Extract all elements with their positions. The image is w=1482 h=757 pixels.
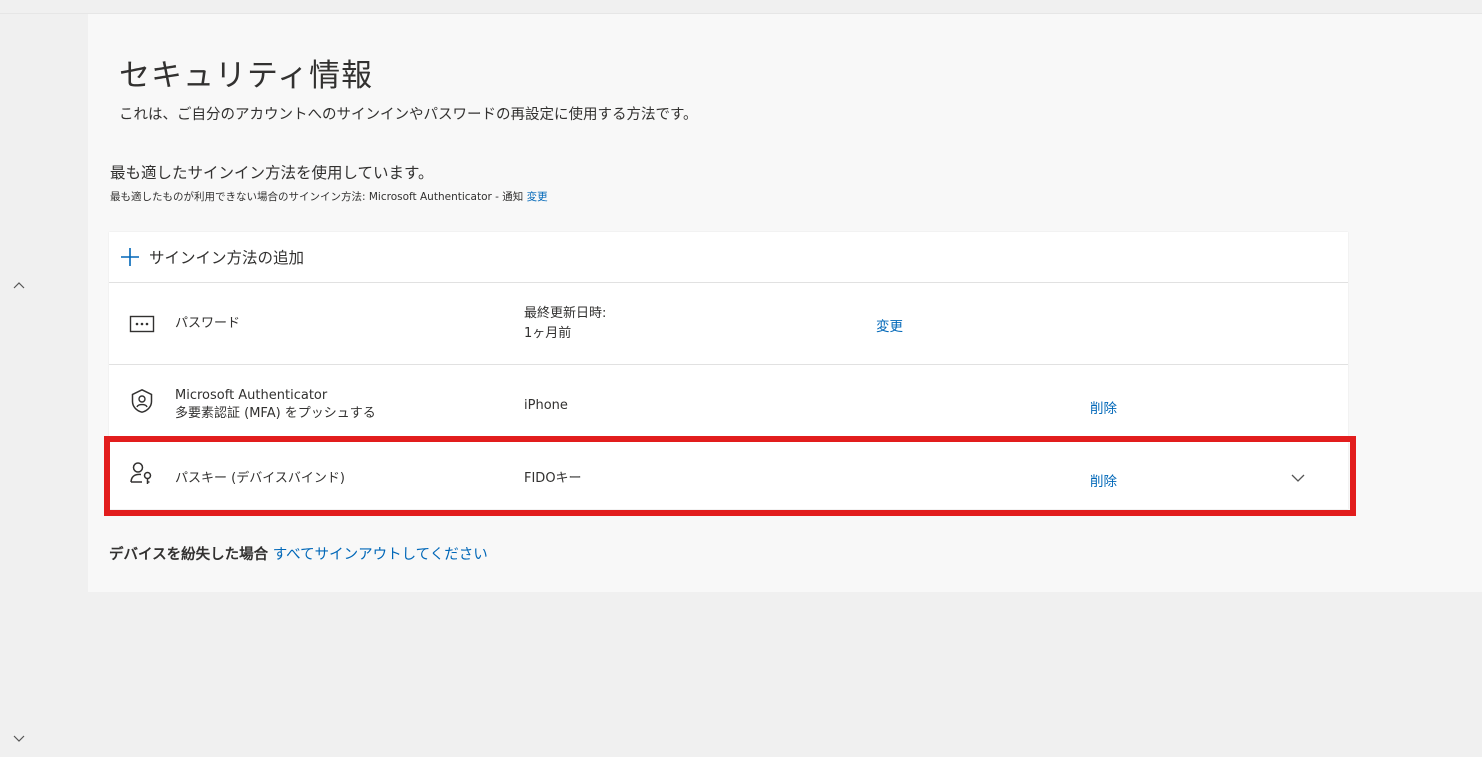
- chevron-up-icon: [13, 282, 25, 289]
- method-row-authenticator: Microsoft Authenticator 多要素認証 (MFA) をプッシ…: [109, 365, 1348, 437]
- chevron-down-icon: [13, 735, 25, 742]
- sign-in-methods-card: サインイン方法の追加 パスワード 最終更新日時: 1ヶ月前 変更 Microso…: [109, 232, 1348, 509]
- security-info-panel: セキュリティ情報 これは、ご自分のアカウントへのサインインやパスワードの再設定に…: [88, 14, 1482, 592]
- scroll-up-button[interactable]: [9, 276, 29, 296]
- method-row-passkey: パスキー (デバイスバインド) FIDOキー 削除: [109, 437, 1348, 509]
- password-dots-icon: [129, 315, 155, 333]
- method-name-password: パスワード: [175, 316, 241, 331]
- chevron-down-icon[interactable]: [1289, 469, 1307, 487]
- passkey-icon: [130, 462, 152, 484]
- authenticator-icon: [131, 388, 153, 413]
- scroll-down-button[interactable]: [9, 728, 29, 748]
- passkey-delete-link[interactable]: 削除: [1090, 470, 1117, 490]
- authenticator-device: iPhone: [524, 398, 568, 413]
- password-last-updated-value: 1ヶ月前: [524, 326, 572, 341]
- default-method-fallback-text: 最も適したものが利用できない場合のサインイン方法: Microsoft Auth…: [110, 191, 524, 203]
- add-sign-in-method-label: サインイン方法の追加: [149, 249, 305, 267]
- passkey-type: FIDOキー: [524, 471, 582, 486]
- top-strip: [0, 0, 1482, 14]
- sign-out-everywhere-link[interactable]: すべてサインアウトしてください: [273, 547, 488, 563]
- password-change-link[interactable]: 変更: [876, 315, 903, 335]
- default-method-change-link[interactable]: 変更: [527, 191, 548, 203]
- method-row-password: パスワード 最終更新日時: 1ヶ月前 変更: [109, 283, 1348, 365]
- lost-device-label: デバイスを紛失した場合: [109, 547, 269, 563]
- method-name-authenticator: Microsoft Authenticator: [175, 388, 328, 403]
- password-last-updated-label: 最終更新日時:: [524, 306, 607, 321]
- lost-device-line: デバイスを紛失した場合 すべてサインアウトしてください: [109, 543, 488, 564]
- plus-icon: [121, 248, 139, 266]
- add-sign-in-method-button[interactable]: サインイン方法の追加: [109, 232, 1348, 283]
- page-subtitle: これは、ご自分のアカウントへのサインインやパスワードの再設定に使用する方法です。: [119, 107, 698, 123]
- method-name-passkey: パスキー (デバイスバインド): [175, 471, 345, 486]
- authenticator-delete-link[interactable]: 削除: [1090, 397, 1117, 417]
- method-subname-authenticator: 多要素認証 (MFA) をプッシュする: [175, 406, 376, 421]
- page-title: セキュリティ情報: [119, 58, 374, 94]
- default-method-line: 最も適したものが利用できない場合のサインイン方法: Microsoft Auth…: [110, 189, 548, 204]
- default-method-heading: 最も適したサインイン方法を使用しています。: [110, 164, 434, 182]
